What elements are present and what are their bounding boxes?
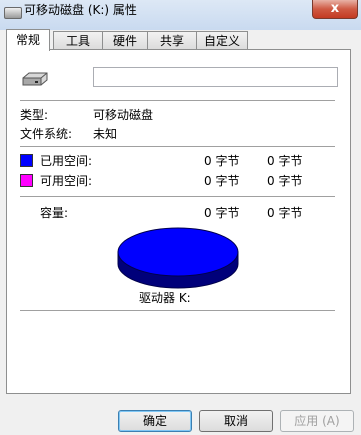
used-space-label: 已用空间: <box>40 154 93 168</box>
tab-general[interactable]: 常规 <box>6 29 50 51</box>
separator <box>20 100 335 102</box>
separator <box>20 196 335 198</box>
tab-sharing[interactable]: 共享 <box>147 31 197 49</box>
type-value: 可移动磁盘 <box>93 108 154 122</box>
tab-customize[interactable]: 自定义 <box>196 31 248 49</box>
removable-drive-icon <box>22 72 48 86</box>
capacity-label: 容量: <box>40 206 69 220</box>
used-space-color-swatch <box>20 154 33 167</box>
drive-letter-label: 驱动器 K: <box>139 291 191 305</box>
free-space-color-swatch <box>20 174 33 187</box>
separator <box>20 310 335 312</box>
capacity-bytes: 0 字节 <box>204 206 240 220</box>
ok-button[interactable]: 确定 <box>118 410 192 432</box>
free-space-bytes: 0 字节 <box>204 174 240 188</box>
used-space-bytes: 0 字节 <box>204 154 240 168</box>
free-space-label: 可用空间: <box>40 174 93 188</box>
apply-button[interactable]: 应用 (A) <box>280 410 354 432</box>
window-title: 可移动磁盘 (K:) 属性 <box>24 3 137 17</box>
tab-tools[interactable]: 工具 <box>53 31 103 49</box>
drive-name-input[interactable] <box>93 67 338 87</box>
separator <box>20 146 335 148</box>
drive-title-icon <box>4 7 22 19</box>
cancel-button[interactable]: 取消 <box>199 410 273 432</box>
close-button[interactable]: x <box>312 0 358 19</box>
type-label: 类型: <box>20 108 49 122</box>
disk-usage-pie <box>117 227 239 289</box>
filesystem-label: 文件系统: <box>20 127 73 141</box>
used-space-size: 0 字节 <box>267 154 303 168</box>
capacity-size: 0 字节 <box>267 206 303 220</box>
free-space-size: 0 字节 <box>267 174 303 188</box>
filesystem-value: 未知 <box>93 127 118 141</box>
tab-hardware[interactable]: 硬件 <box>102 31 148 49</box>
